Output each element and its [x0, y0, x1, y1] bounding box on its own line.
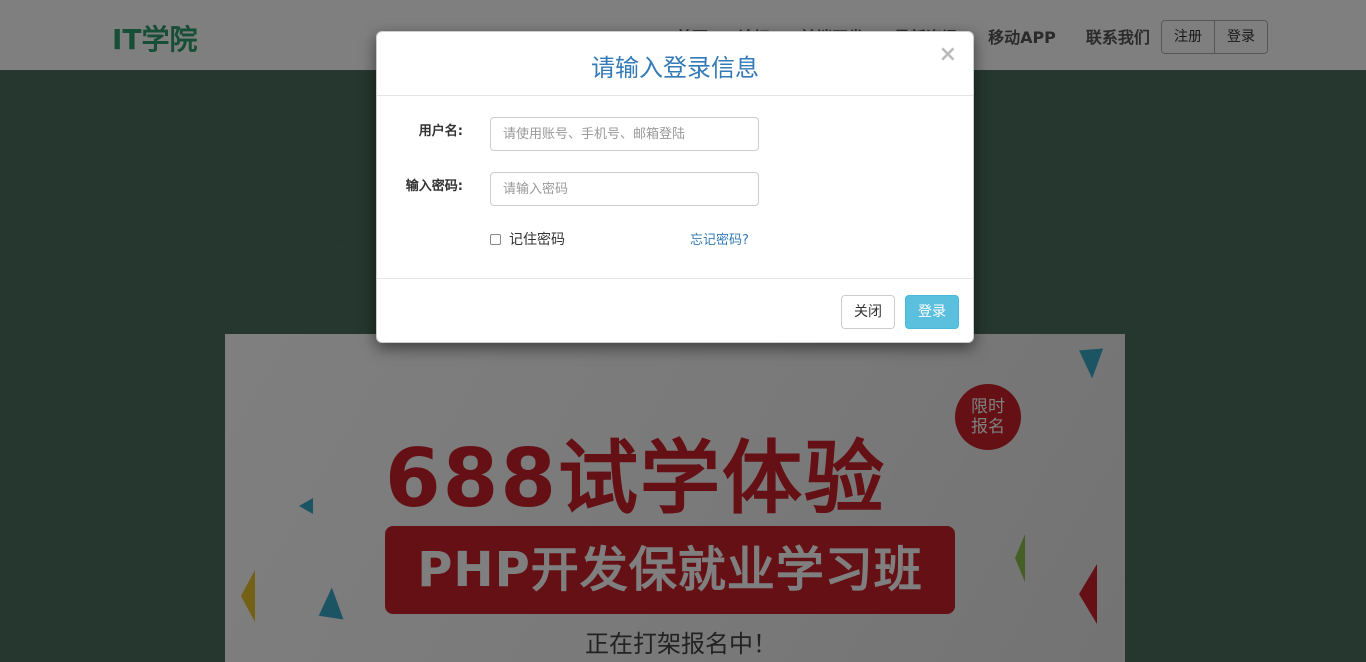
login-button[interactable]: 登录	[905, 295, 959, 329]
password-label: 输入密码:	[405, 179, 463, 194]
username-input[interactable]	[490, 117, 759, 151]
remember-checkbox[interactable]	[490, 233, 501, 245]
password-input[interactable]	[490, 172, 759, 206]
modal-header: 请输入登录信息 ×	[377, 32, 973, 96]
remember-label: 记住密码	[509, 232, 565, 248]
login-modal: 请输入登录信息 × 用户名: 输入密码: 记住密码 忘记密码? 关闭 登录	[376, 31, 974, 343]
username-label: 用户名:	[418, 124, 463, 139]
forgot-password-link[interactable]: 忘记密码?	[690, 229, 749, 248]
close-icon[interactable]: ×	[939, 44, 957, 66]
modal-title: 请输入登录信息	[591, 54, 759, 82]
close-button[interactable]: 关闭	[841, 295, 895, 329]
modal-footer: 关闭 登录	[377, 278, 973, 342]
remember-password[interactable]: 记住密码	[490, 229, 565, 249]
